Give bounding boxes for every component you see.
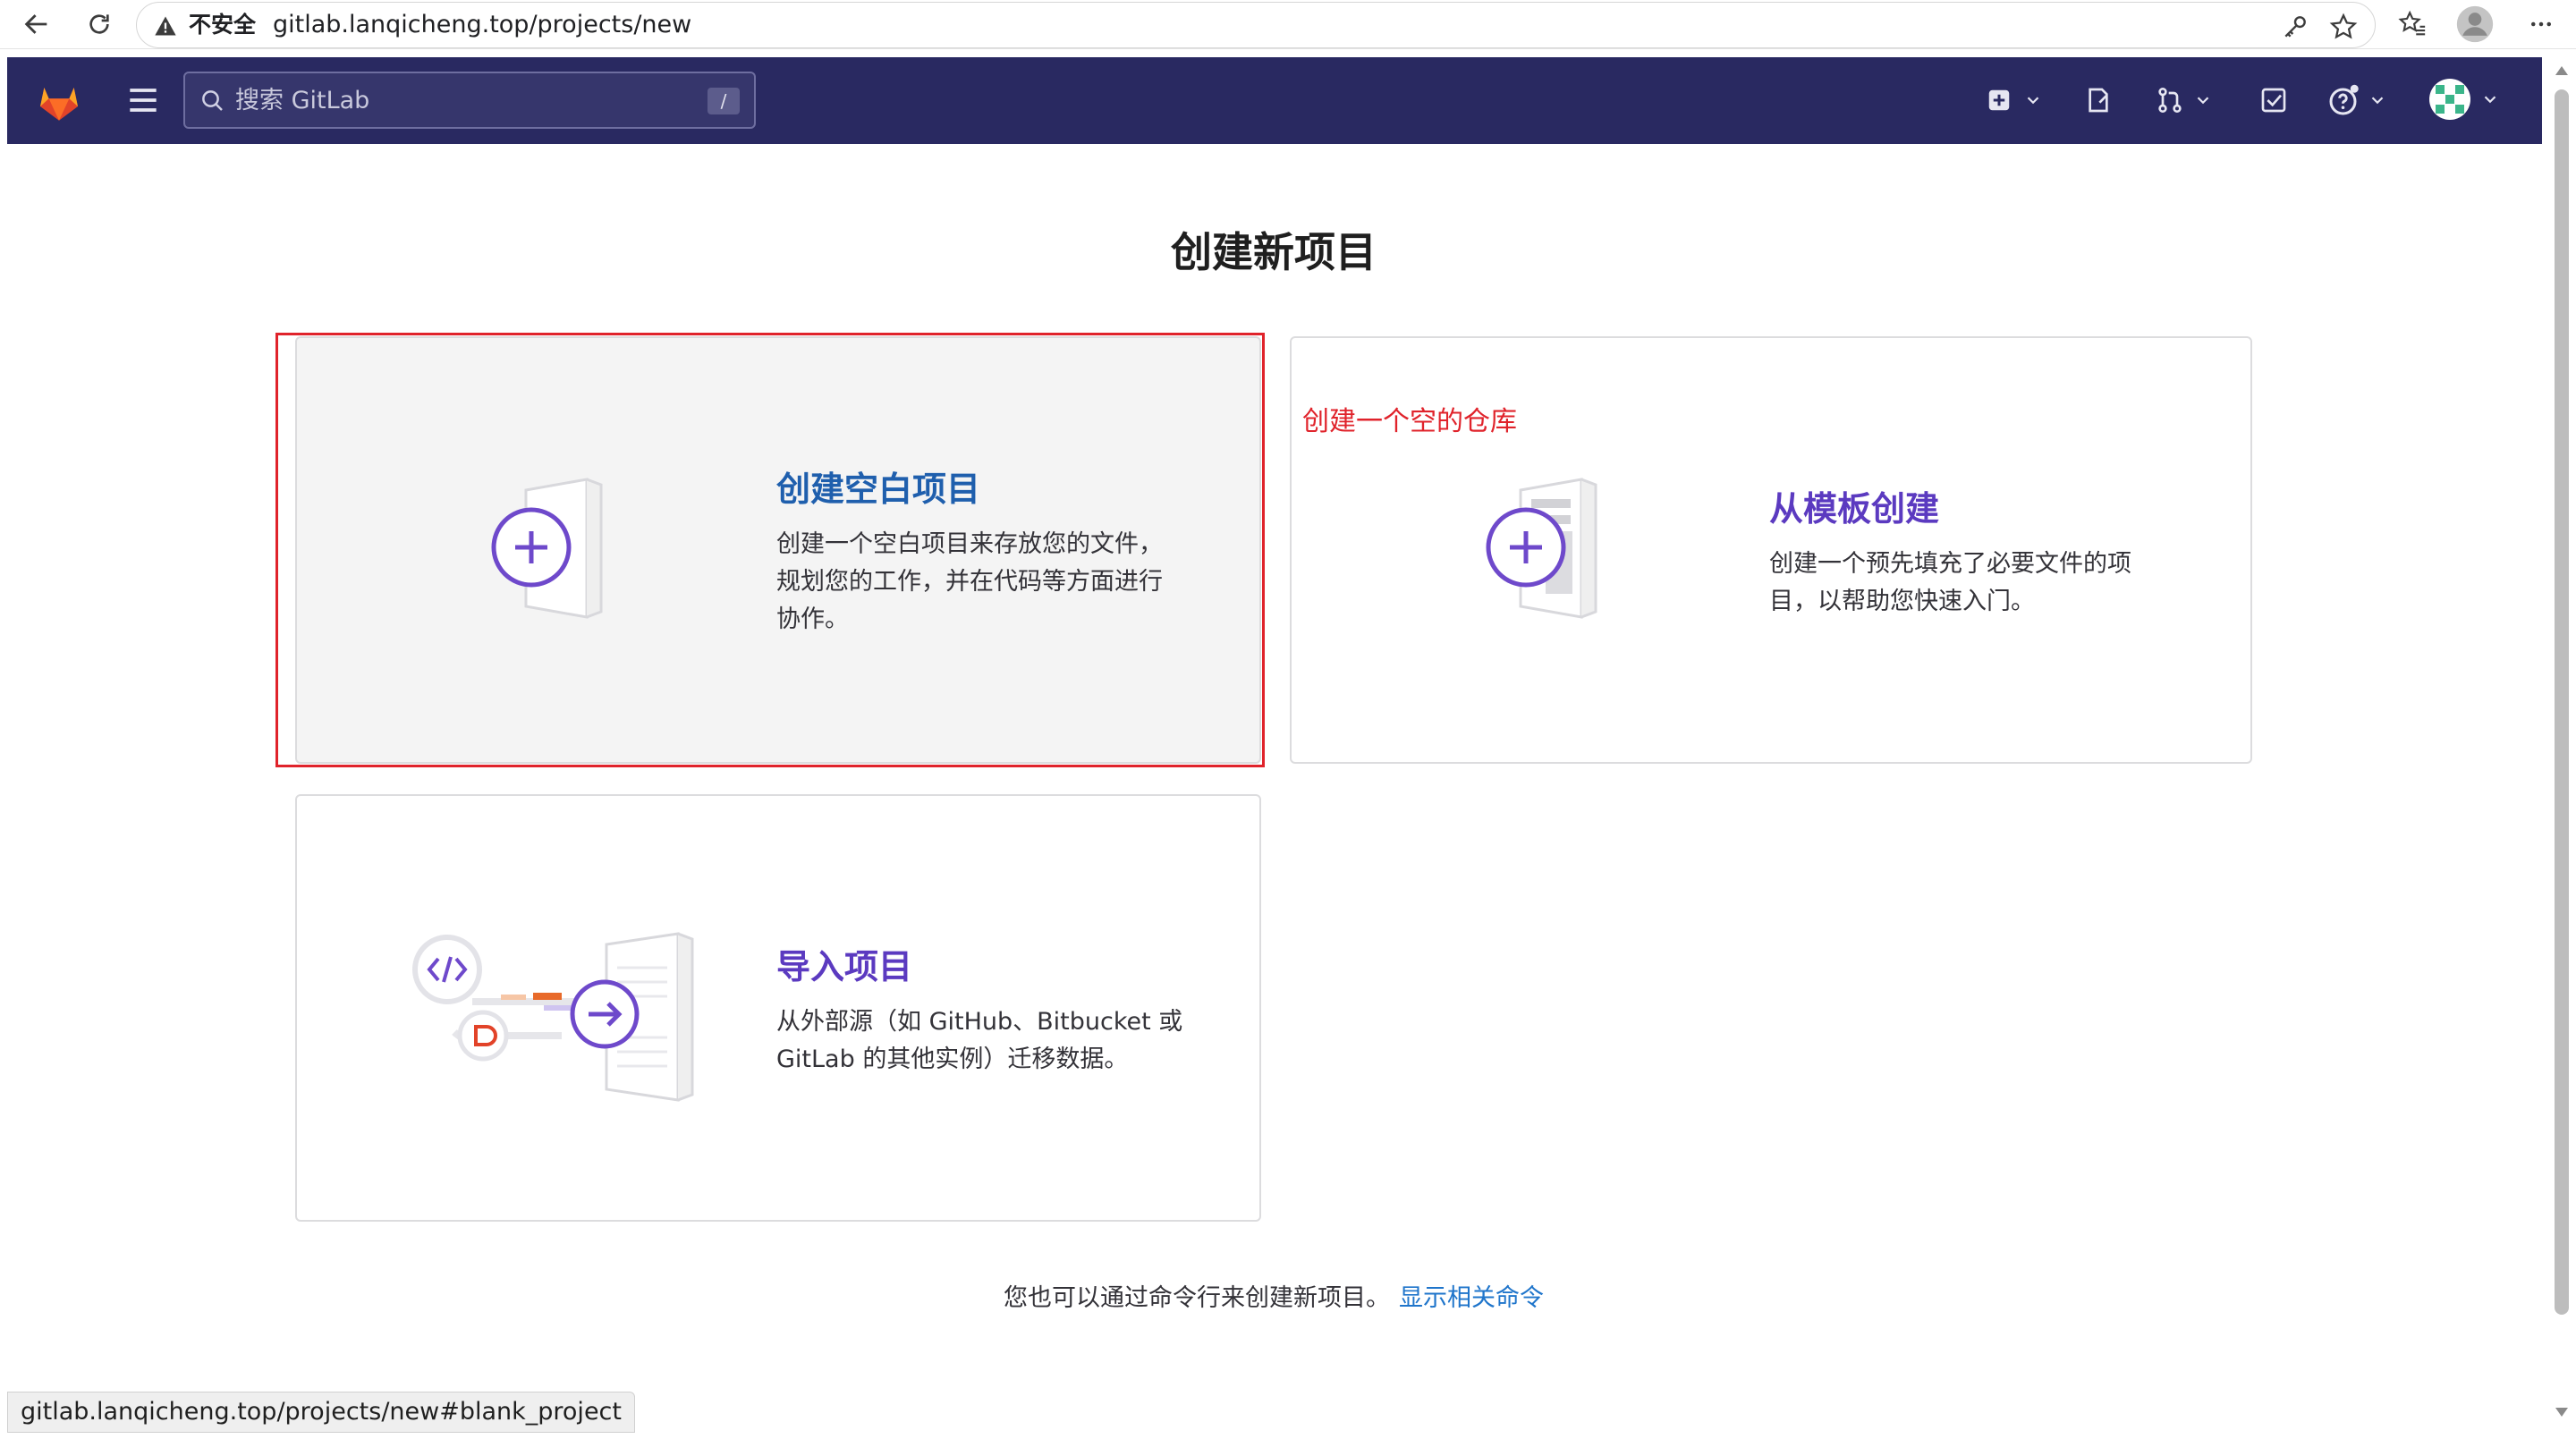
template-project-title[interactable]: 从模板创建 [1769, 487, 1939, 531]
more-icon[interactable] [2521, 4, 2562, 45]
command-line-note: 您也可以通过命令行来创建新项目。 显示相关命令 [0, 1281, 2547, 1316]
description-line: 从外部源（如 GitHub、Bitbucket 或 [776, 1008, 1183, 1036]
gitlab-logo-icon[interactable] [34, 75, 84, 125]
search-icon [202, 90, 223, 111]
import-project-card[interactable]: 导入项目 从外部源（如 GitHub、Bitbucket 或 GitLab 的其… [295, 794, 1261, 1222]
issues-button[interactable] [2080, 82, 2116, 118]
scrollbar-thumb[interactable] [2555, 89, 2569, 1315]
chevron-down-icon [2027, 97, 2039, 105]
annotation-text: 创建一个空的仓库 [1302, 406, 1517, 437]
url-text[interactable]: gitlab.lanqicheng.top/projects/new [273, 11, 691, 39]
template-project-description: 创建一个预先填充了必要文件的项 目，以帮助您快速入门。 [1769, 546, 2131, 621]
help-icon [2329, 84, 2359, 115]
back-icon[interactable] [16, 4, 57, 45]
page-title: 创建新项目 [1171, 228, 1377, 276]
new-dropdown-button[interactable] [1979, 82, 2050, 118]
blank-project-illustration-icon [491, 478, 603, 619]
template-illustration-icon [1486, 478, 1597, 619]
merge-requests-icon [2158, 88, 2182, 113]
issues-icon [2089, 88, 2108, 113]
blank-project-description: 创建一个空白项目来存放您的文件， 规划您的工作，并在代码等方面进行 协作。 [776, 526, 1163, 639]
new-icon [1988, 89, 2010, 111]
search-input[interactable]: 搜索 GitLab / [183, 72, 756, 129]
address-bar[interactable]: 不安全 gitlab.lanqicheng.top/projects/new [136, 2, 2376, 48]
help-button[interactable] [2322, 82, 2394, 118]
avatar-icon [2429, 79, 2470, 120]
todos-icon [2261, 88, 2286, 113]
blank-project-card[interactable]: 创建空白项目 创建一个空白项目来存放您的文件， 规划您的工作，并在代码等方面进行… [295, 336, 1261, 764]
description-line: 创建一个空白项目来存放您的文件， [776, 530, 1163, 558]
description-line: 创建一个预先填充了必要文件的项 [1769, 550, 2131, 578]
scroll-down-arrow-icon[interactable] [2555, 1406, 2569, 1418]
browser-toolbar: 不安全 gitlab.lanqicheng.top/projects/new [0, 0, 2576, 49]
description-line: GitLab 的其他实例）迁移数据。 [776, 1045, 1129, 1073]
import-project-title[interactable]: 导入项目 [776, 944, 912, 989]
command-line-text: 您也可以通过命令行来创建新项目。 [1004, 1284, 1390, 1312]
chevron-down-icon [2371, 97, 2384, 105]
search-placeholder: 搜索 GitLab [235, 87, 370, 114]
todos-button[interactable] [2256, 82, 2292, 118]
reload-icon[interactable] [79, 4, 120, 45]
chevron-down-icon [2484, 96, 2496, 104]
link-status-bar: gitlab.lanqicheng.top/projects/new#blank… [7, 1392, 635, 1433]
vertical-scrollbar[interactable] [2547, 57, 2576, 1439]
merge-requests-button[interactable] [2148, 82, 2220, 118]
blank-project-title[interactable]: 创建空白项目 [776, 467, 980, 512]
user-menu-button[interactable] [2424, 77, 2504, 122]
import-project-description: 从外部源（如 GitHub、Bitbucket 或 GitLab 的其他实例）迁… [776, 1003, 1182, 1079]
description-line: 规划您的工作，并在代码等方面进行 [776, 568, 1163, 596]
template-project-card[interactable]: 从模板创建 创建一个预先填充了必要文件的项 目，以帮助您快速入门。 [1290, 336, 2252, 764]
profile-icon[interactable] [2454, 4, 2496, 45]
show-commands-link[interactable]: 显示相关命令 [1399, 1284, 1544, 1312]
chevron-down-icon [2197, 97, 2209, 105]
warning-icon[interactable] [153, 13, 178, 38]
import-illustration-icon [412, 932, 694, 1102]
key-icon[interactable] [2278, 10, 2312, 44]
hamburger-icon[interactable] [123, 80, 163, 120]
search-shortcut: / [708, 88, 740, 114]
favorites-icon[interactable] [2392, 4, 2433, 45]
gitlab-top-nav: 搜索 GitLab / [7, 57, 2542, 144]
scroll-up-arrow-icon[interactable] [2555, 64, 2569, 77]
star-icon[interactable] [2326, 10, 2360, 44]
description-line: 目，以帮助您快速入门。 [1769, 588, 2035, 615]
description-line: 协作。 [776, 605, 849, 633]
security-label[interactable]: 不安全 [189, 12, 256, 38]
